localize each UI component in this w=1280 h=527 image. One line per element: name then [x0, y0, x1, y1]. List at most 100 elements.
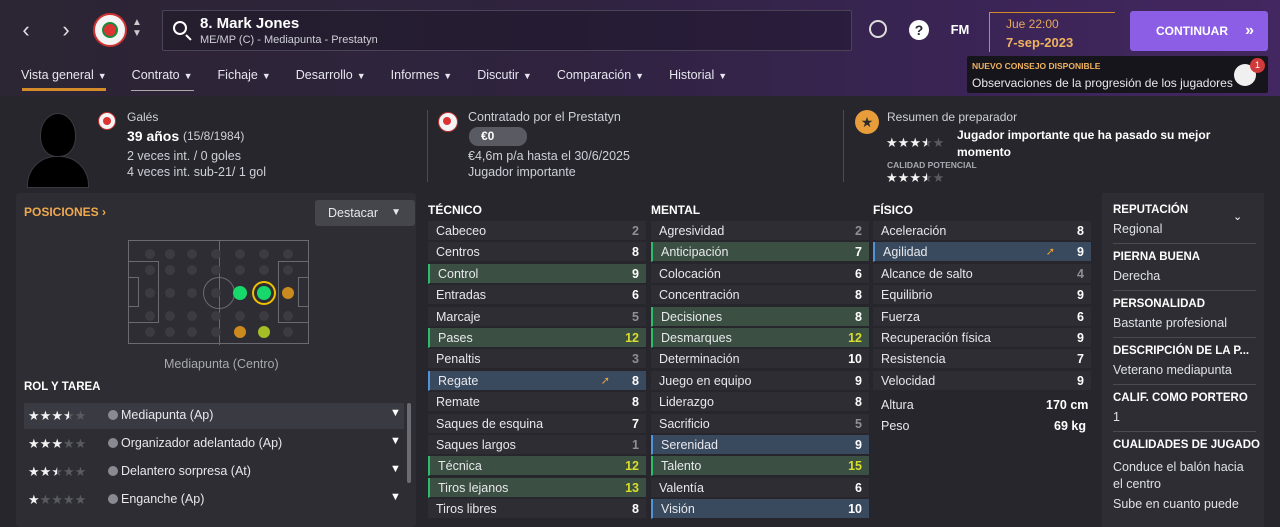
chevron-down-icon[interactable]: ▼: [390, 435, 401, 447]
attribute-row[interactable]: Penaltis 3: [428, 349, 646, 370]
role-row[interactable]: ★★★★★ Mediapunta (Ap) ▼: [24, 403, 404, 429]
attribute-row[interactable]: Talento 15: [651, 456, 869, 477]
coach-report-title[interactable]: Resumen de preparador: [887, 110, 1017, 124]
attribute-value: 4: [1077, 266, 1084, 281]
attribute-value: 8: [855, 395, 862, 410]
attribute-row[interactable]: Control 9: [428, 263, 646, 284]
attribute-row[interactable]: Técnica 12: [428, 456, 646, 477]
attribute-value: 12: [625, 459, 639, 474]
attribute-name: Sacrificio: [659, 416, 710, 431]
attribute-row[interactable]: Equilibrio 9: [873, 285, 1091, 306]
highlight-dropdown[interactable]: Destacar ▼: [315, 200, 415, 226]
game-date[interactable]: Jue 22:00 7-sep-2023: [989, 12, 1115, 52]
empty-position-dot: [165, 249, 175, 259]
tab-bar: Vista general ▼ Contrato ▼ Fichaje ▼ Desarr…: [0, 64, 742, 92]
attribute-row[interactable]: Regate 8 ➚: [428, 370, 646, 391]
tab-comparacion[interactable]: Comparación ▼: [547, 64, 654, 86]
attribute-row[interactable]: Colocación 6: [651, 263, 869, 284]
tab-fichaje[interactable]: Fichaje ▼: [208, 64, 281, 86]
switch-player-icon[interactable]: ▲ ▼: [131, 17, 143, 39]
attribute-row[interactable]: Cabeceo 2: [428, 221, 646, 241]
attribute-row[interactable]: Entradas 6: [428, 285, 646, 306]
empty-position-dot: [145, 265, 155, 275]
goalkeeper-rating-heading: CALIF. COMO PORTERO: [1113, 392, 1248, 404]
attribute-row[interactable]: Liderazgo 8: [651, 392, 869, 413]
info-icon[interactable]: [108, 410, 118, 420]
search-icon[interactable]: [173, 21, 187, 35]
attribute-row[interactable]: Aceleración 8: [873, 221, 1091, 241]
tab-vista-general[interactable]: Vista general ▼: [11, 64, 117, 91]
empty-position-dot: [145, 249, 155, 259]
continue-button[interactable]: CONTINUAR »: [1130, 11, 1268, 51]
current-ability-stars: ★★★★★: [886, 135, 945, 150]
fm-menu-icon[interactable]: FM: [947, 20, 973, 40]
tab-informes[interactable]: Informes ▼: [381, 64, 463, 86]
value-pill: €0: [469, 127, 527, 146]
advice-notification[interactable]: NUEVO CONSEJO DISPONIBLE Observaciones d…: [967, 56, 1268, 93]
tab-historial[interactable]: Historial ▼: [659, 64, 737, 86]
attribute-row[interactable]: Velocidad 9: [873, 370, 1091, 391]
attribute-value: 9: [1077, 288, 1084, 303]
tab-discutir[interactable]: Discutir ▼: [467, 64, 542, 86]
chevron-down-icon[interactable]: ⌄: [1233, 210, 1242, 223]
attribute-name: Entradas: [436, 288, 487, 303]
roles-scrollbar[interactable]: [407, 403, 411, 483]
role-row[interactable]: ★★★★★ Organizador adelantado (Ap) ▼: [24, 431, 404, 457]
attribute-row[interactable]: Pases 12: [428, 328, 646, 348]
contract-club[interactable]: Contratado por el Prestatyn: [468, 110, 621, 124]
attribute-row[interactable]: Desmarques 12: [651, 328, 869, 348]
attribute-value: 12: [848, 331, 862, 345]
attribute-row[interactable]: Agilidad 9 ➚: [873, 242, 1091, 263]
forward-arrow-icon[interactable]: ›: [52, 14, 80, 46]
chevron-down-icon[interactable]: ▼: [390, 491, 401, 503]
attribute-row[interactable]: Remate 8: [428, 392, 646, 413]
chevron-down-icon[interactable]: ▼: [390, 407, 401, 419]
u21-caps[interactable]: 4 veces int. sub-21/ 1 gol: [127, 165, 266, 179]
club-badge-icon[interactable]: [93, 13, 127, 47]
tab-desarrollo[interactable]: Desarrollo ▼: [286, 64, 376, 86]
back-arrow-icon[interactable]: ‹: [12, 14, 40, 46]
player-header-box[interactable]: 8. Mark Jones ME/MP (C) - Mediapunta - P…: [162, 10, 852, 51]
empty-position-dot: [283, 265, 293, 275]
attribute-row[interactable]: Saques largos 1: [428, 435, 646, 455]
prestatyn-badge-icon[interactable]: [438, 112, 458, 132]
attribute-row[interactable]: Serenidad 9: [651, 435, 869, 455]
attribute-row[interactable]: Centros 8: [428, 242, 646, 263]
attribute-value: 10: [848, 502, 862, 517]
attribute-row[interactable]: Decisiones 8: [651, 306, 869, 327]
tab-contrato[interactable]: Contrato ▼: [122, 64, 203, 91]
attribute-row[interactable]: Fuerza 6: [873, 306, 1091, 327]
attribute-row[interactable]: Visión 10: [651, 499, 869, 520]
international-caps[interactable]: 2 veces int. / 0 goles: [127, 149, 241, 163]
attribute-row[interactable]: Alcance de salto 4: [873, 263, 1091, 284]
attribute-row[interactable]: Saques de esquina 7: [428, 413, 646, 434]
position-marker: [233, 286, 247, 300]
attribute-row[interactable]: Resistencia 7: [873, 349, 1091, 370]
attribute-value: 9: [855, 373, 862, 388]
info-icon[interactable]: [108, 494, 118, 504]
attribute-row[interactable]: Determinación 10: [651, 349, 869, 370]
divider: [843, 110, 844, 182]
attribute-row[interactable]: Juego en equipo 9: [651, 370, 869, 391]
attribute-row[interactable]: Concentración 8: [651, 285, 869, 306]
attribute-row[interactable]: Marcaje 5: [428, 306, 646, 327]
role-row[interactable]: ★★★★★ Enganche (Ap) ▼: [24, 487, 404, 513]
info-icon[interactable]: [108, 466, 118, 476]
help-icon[interactable]: ?: [909, 20, 929, 40]
attribute-name: Desmarques: [661, 331, 732, 345]
attribute-row[interactable]: Anticipación 7: [651, 242, 869, 263]
weight-value: 69 kg: [1054, 419, 1086, 433]
role-row[interactable]: ★★★★★ Delantero sorpresa (At) ▼: [24, 459, 404, 485]
attribute-name: Técnica: [438, 459, 482, 474]
chevron-down-icon[interactable]: ▼: [390, 463, 401, 475]
attribute-row[interactable]: Sacrificio 5: [651, 413, 869, 434]
attribute-row[interactable]: Tiros lejanos 13: [428, 477, 646, 498]
attribute-value: 8: [632, 395, 639, 410]
attribute-row[interactable]: Tiros libres 8: [428, 499, 646, 520]
positions-title[interactable]: POSICIONES ›: [24, 205, 106, 219]
attribute-row[interactable]: Valentía 6: [651, 477, 869, 498]
attribute-row[interactable]: Agresividad 2: [651, 221, 869, 241]
attribute-row[interactable]: Recuperación física 9: [873, 328, 1091, 348]
trophy-icon[interactable]: [869, 20, 887, 38]
info-icon[interactable]: [108, 438, 118, 448]
